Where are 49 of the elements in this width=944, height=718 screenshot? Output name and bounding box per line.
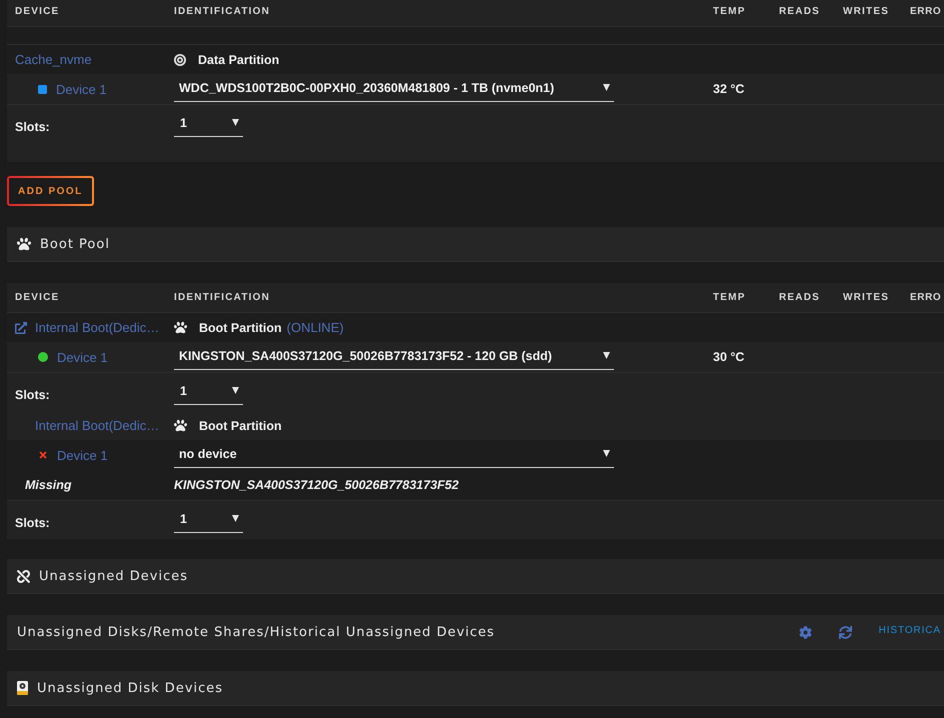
pool-name-link[interactable]: Internal Boot(Dedic…	[35, 320, 160, 335]
temperature-text: 32 °C	[713, 82, 744, 96]
caret-icon	[232, 515, 239, 522]
partition-label: Boot Partition	[199, 320, 282, 334]
partition-label: Boot Partition	[199, 418, 282, 432]
column-header: TEMP	[713, 6, 746, 17]
column-header: IDENTIFICATION	[174, 292, 270, 303]
caret-icon	[603, 352, 610, 359]
column-header: DEVICE	[15, 6, 60, 17]
column-header: DEVICE	[15, 292, 60, 303]
pool-name-link[interactable]: Cache_nvme	[15, 52, 92, 67]
paw-icon	[17, 237, 31, 251]
column-header: ERRO	[910, 292, 942, 303]
refresh-icon[interactable]	[838, 626, 852, 638]
missing-device-id: KINGSTON_SA400S37120G_50026B7783173F52	[174, 478, 459, 492]
caret-icon	[603, 450, 610, 457]
column-header: READS	[779, 6, 820, 17]
device-select[interactable]: no device	[174, 442, 614, 468]
settings-icon[interactable]	[798, 626, 812, 638]
status-text: (ONLINE)	[286, 320, 344, 335]
column-header: WRITES	[843, 292, 890, 303]
column-header: READS	[779, 292, 820, 303]
slots-label: Slots:	[15, 120, 50, 134]
caret-icon	[232, 387, 239, 394]
caret-icon	[232, 119, 239, 126]
temperature-text: 30 °C	[713, 350, 744, 364]
column-header: WRITES	[843, 6, 890, 17]
broken-link-icon	[17, 570, 30, 582]
device-select[interactable]: WDC_WDS100T2B0C-00PXH0_20360M481809 - 1 TB (nvme0n1)	[174, 76, 614, 102]
slots-label: Slots:	[15, 388, 50, 402]
slots-select[interactable]: 1	[174, 380, 243, 404]
column-header: ERRO	[910, 6, 942, 17]
caret-icon	[603, 84, 610, 91]
section-title: Unassigned Disk Devices	[37, 680, 224, 696]
device-link[interactable]: Device 1	[57, 448, 108, 462]
column-header: TEMP	[713, 292, 746, 303]
device-select[interactable]: KINGSTON_SA400S37120G_50026B7783173F52 - 120 GB (sdd)	[174, 344, 614, 370]
section-title: Unassigned Devices	[39, 568, 188, 584]
slots-label: Slots:	[15, 516, 50, 530]
partition-label: Data Partition	[198, 52, 280, 66]
historical-link[interactable]: HISTORICA	[878, 624, 941, 636]
missing-label: Missing	[25, 478, 72, 492]
external-link-icon[interactable]	[15, 322, 27, 334]
column-header: IDENTIFICATION	[174, 6, 270, 17]
slots-select[interactable]: 1	[174, 508, 243, 532]
section-title: Unassigned Disks/Remote Shares/Historical Unassigned Devices	[17, 624, 496, 640]
add-pool-button[interactable]: ADD POOL	[7, 176, 94, 206]
section-title: Boot Pool	[40, 236, 110, 252]
slots-select[interactable]: 1	[174, 112, 243, 136]
